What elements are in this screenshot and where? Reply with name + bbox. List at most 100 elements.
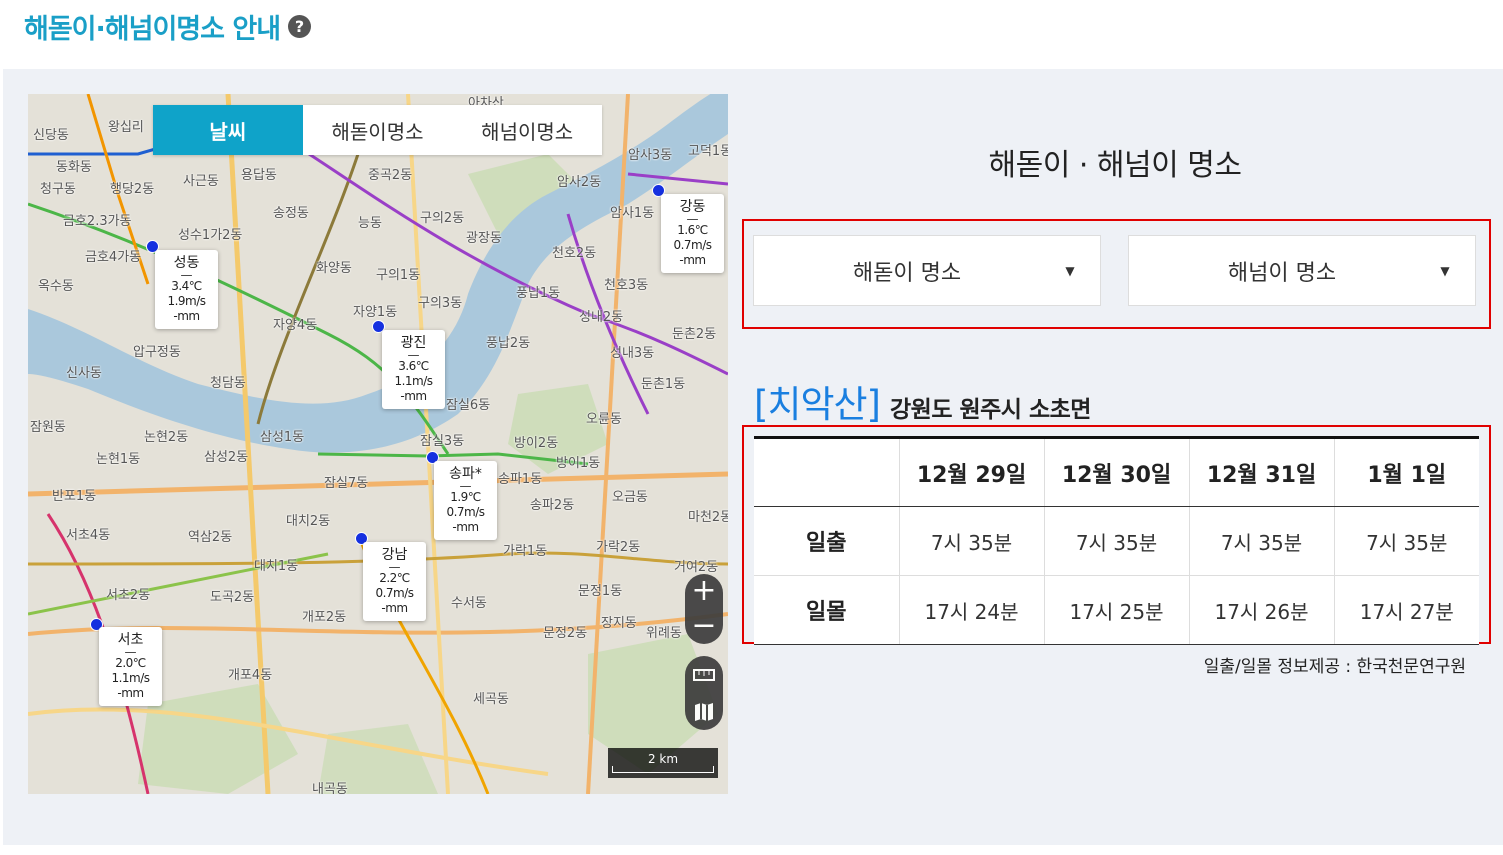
place-address: 강원도 원주시 소초면	[890, 397, 1091, 423]
station-wind: 0.7m/s	[446, 505, 485, 519]
station-card-seocho[interactable]: 서초 — 2.0℃ 1.1m/s -mm	[99, 627, 162, 706]
help-icon[interactable]: ?	[288, 14, 312, 38]
station-card-seongdong[interactable]: 성동 — 3.4℃ 1.9m/s -mm	[155, 250, 218, 329]
column-header: 1월 1일	[1333, 437, 1479, 507]
station-wind: 1.1m/s	[111, 671, 150, 685]
divider: —	[124, 645, 137, 659]
data-source-note: 일출/일몰 정보제공 : 한국천문연구원	[1203, 657, 1466, 677]
map-place-label: 서초2동	[106, 588, 151, 603]
tab-weather[interactable]: 날씨	[153, 105, 303, 155]
station-card-gwangjin[interactable]: 광진 — 3.6℃ 1.1m/s -mm	[382, 330, 445, 409]
spot-select-frame: 해돋이 명소 ▼ 해넘이 명소 ▼	[742, 219, 1491, 329]
map-place-label: 성내2동	[579, 310, 624, 325]
sun-table-frame: 12월 29일 12월 30일 12월 31일 1월 1일 일출 7시 35분 …	[742, 425, 1491, 645]
map-place-label: 마천2동	[688, 510, 728, 525]
divider: —	[388, 560, 401, 574]
column-header: 12월 31일	[1188, 437, 1334, 507]
map-place-label: 청구동	[40, 182, 76, 197]
divider: —	[180, 268, 193, 282]
station-wind: 1.9m/s	[167, 294, 206, 308]
table-cell: 7시 35분	[1188, 506, 1334, 576]
table-cell: 17시 24분	[898, 575, 1044, 645]
map-place-label: 사근동	[183, 174, 219, 189]
divider: —	[407, 348, 420, 362]
sunrise-spot-select[interactable]: 해돋이 명소 ▼	[753, 235, 1101, 306]
table-cell: 7시 35분	[898, 506, 1044, 576]
map-place-label: 성수1가2동	[178, 228, 243, 243]
map-place-label: 삼성1동	[260, 430, 305, 445]
map-place-label: 송파1동	[498, 472, 543, 487]
map-place-label: 구의1동	[376, 268, 421, 283]
station-temp: 2.0℃	[115, 656, 146, 670]
map-place-label: 잠원동	[30, 420, 66, 435]
table-cell: 17시 26분	[1188, 575, 1334, 645]
map-place-label: 둔촌2동	[672, 327, 717, 342]
station-card-songpa[interactable]: 송파* — 1.9℃ 0.7m/s -mm	[434, 461, 497, 540]
zoom-out-button[interactable]: −	[685, 609, 723, 644]
map-place-label: 압구정동	[133, 345, 181, 360]
map-place-label: 동화동	[56, 160, 92, 175]
header-empty	[754, 437, 899, 507]
map-place-label: 자양4동	[273, 318, 318, 333]
map-place-label: 오륜동	[586, 412, 622, 427]
map-place-label: 수서동	[451, 596, 487, 611]
tab-sunrise-spots[interactable]: 해돋이명소	[303, 105, 453, 155]
map-place-label: 금호4가동	[85, 250, 142, 265]
map-place-label: 장지동	[601, 616, 637, 631]
map-layers-icon[interactable]	[685, 693, 723, 730]
station-temp: 3.6℃	[398, 359, 429, 373]
map-place-label: 풍납1동	[516, 286, 561, 301]
map-place-label: 구의3동	[418, 296, 463, 311]
map-place-label: 중곡2동	[368, 168, 413, 183]
row-header-sunset: 일몰	[754, 575, 899, 645]
zoom-in-button[interactable]: +	[685, 574, 723, 609]
map-place-label: 고덕1동	[688, 144, 728, 159]
map-place-label: 가락1동	[503, 544, 548, 559]
table-header-row: 12월 29일 12월 30일 12월 31일 1월 1일	[754, 437, 1479, 507]
spots-title: 해돋이 · 해넘이 명소	[988, 148, 1242, 183]
sunset-select-value: 해넘이 명소	[1227, 260, 1337, 286]
map-place-label: 신사동	[66, 366, 102, 381]
chevron-down-icon: ▼	[1440, 263, 1450, 278]
station-card-gangnam[interactable]: 강남 — 2.2℃ 0.7m/s -mm	[363, 542, 426, 621]
ruler-icon[interactable]	[685, 656, 723, 693]
sunrise-sunset-table: 12월 29일 12월 30일 12월 31일 1월 1일 일출 7시 35분 …	[754, 436, 1479, 645]
map-place-label: 화양동	[316, 261, 352, 276]
map-place-label: 대치2동	[286, 514, 331, 529]
map-scale: 2 km	[608, 748, 718, 778]
map-place-label: 천호3동	[604, 278, 649, 293]
map-place-label: 방이2동	[514, 436, 559, 451]
map-tools-control	[685, 656, 723, 730]
map-place-label: 서초4동	[66, 528, 111, 543]
station-rain: -mm	[679, 253, 706, 267]
sunset-spot-select[interactable]: 해넘이 명소 ▼	[1128, 235, 1476, 306]
map-place-label: 개포4동	[228, 668, 273, 683]
station-rain: -mm	[173, 309, 200, 323]
map-place-label: 신당동	[33, 128, 69, 143]
map-place-label: 천호2동	[552, 246, 597, 261]
station-wind: 0.7m/s	[375, 586, 414, 600]
scale-label: 2 km	[647, 752, 679, 766]
map-place-label: 암사2동	[557, 175, 602, 190]
map-place-label: 논현1동	[96, 452, 141, 467]
row-header-sunrise: 일출	[754, 506, 899, 576]
map-place-label: 위례동	[646, 626, 682, 641]
station-temp: 2.2℃	[379, 571, 410, 585]
map-place-label: 암사1동	[610, 206, 655, 221]
map-place-label: 반포1동	[52, 489, 97, 504]
column-header: 12월 30일	[1043, 437, 1189, 507]
map-place-label: 청담동	[210, 376, 246, 391]
map-place-label: 대치1동	[254, 559, 299, 574]
sunrise-select-value: 해돋이 명소	[852, 260, 962, 286]
map-place-label: 문정2동	[543, 626, 588, 641]
tab-sunset-spots[interactable]: 해넘이명소	[452, 105, 602, 155]
map-place-label: 가락2동	[596, 540, 641, 555]
table-cell: 17시 27분	[1333, 575, 1479, 645]
divider: —	[459, 479, 472, 493]
station-wind: 0.7m/s	[673, 238, 712, 252]
map-place-label: 논현2동	[144, 430, 189, 445]
weather-map[interactable]: 신당동 왕십리 동화동 청구동 행당2동 사근동 용답동 금호2.3가동 성수1…	[28, 94, 728, 794]
station-card-gangdong[interactable]: 강동 — 1.6℃ 0.7m/s -mm	[661, 194, 724, 273]
map-place-label: 오금동	[612, 490, 648, 505]
station-wind: 1.1m/s	[394, 374, 433, 388]
